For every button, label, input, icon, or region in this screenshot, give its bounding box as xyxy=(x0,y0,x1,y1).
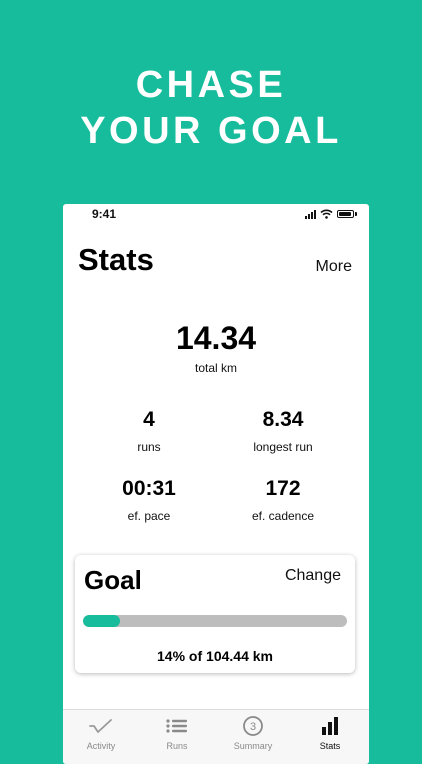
stat-value: 4 xyxy=(143,408,155,431)
tab-stats[interactable]: Stats xyxy=(292,715,368,751)
phone-screen: 9:41 Stats More 14.34 total km 4 runs 8.… xyxy=(63,204,369,764)
bar-chart-icon xyxy=(322,717,338,735)
status-bar: 9:41 xyxy=(63,204,369,224)
stat-value: 00:31 xyxy=(122,477,176,500)
more-button[interactable]: More xyxy=(316,258,352,276)
list-icon xyxy=(166,719,187,733)
stat-value: 8.34 xyxy=(262,408,304,431)
battery-tip xyxy=(355,212,357,216)
goal-progress-text: 14% of 104.44 km xyxy=(157,648,273,664)
stat-ef-pace: 00:31 ef. pace xyxy=(84,477,214,523)
summary-circle-icon: 3 xyxy=(243,716,263,736)
stat-value: 172 xyxy=(265,477,301,500)
total-km-label: total km xyxy=(194,361,237,375)
goal-progress-fill xyxy=(83,615,120,627)
goal-progress-bar xyxy=(83,615,347,627)
headline-line-2: YOUR GOAL xyxy=(80,110,342,152)
headline-line-1: CHASE xyxy=(135,64,287,106)
stat-label: ef. cadence xyxy=(251,509,315,523)
status-time: 9:41 xyxy=(92,207,117,221)
stat-label: runs xyxy=(137,440,161,454)
cellular-signal-icon xyxy=(305,209,316,219)
stat-runs: 4 runs xyxy=(84,408,214,454)
tab-activity[interactable]: Activity xyxy=(63,715,139,751)
stat-label: longest run xyxy=(253,440,313,454)
tab-runs[interactable]: Runs xyxy=(139,715,215,751)
stat-ef-cadence: 172 ef. cadence xyxy=(218,477,348,523)
stat-longest-run: 8.34 longest run xyxy=(218,408,348,454)
change-goal-button[interactable]: Change xyxy=(285,567,341,585)
tab-bar: Activity Runs 3 Summary Stats xyxy=(63,709,369,764)
goal-title: Goal xyxy=(84,565,142,595)
headline: CHASE YOUR GOAL xyxy=(0,62,422,154)
total-km-value: 14.34 xyxy=(175,320,257,356)
battery-icon xyxy=(337,210,354,218)
wifi-icon xyxy=(320,209,333,219)
goal-card: Goal Change 14% of 104.44 km xyxy=(75,555,355,673)
activity-check-icon xyxy=(89,719,112,733)
tab-summary[interactable]: 3 Summary xyxy=(215,715,291,751)
summary-badge-number: 3 xyxy=(250,721,256,733)
stat-label: ef. pace xyxy=(127,509,171,523)
status-icons xyxy=(305,209,357,219)
page-title: Stats xyxy=(78,242,154,277)
